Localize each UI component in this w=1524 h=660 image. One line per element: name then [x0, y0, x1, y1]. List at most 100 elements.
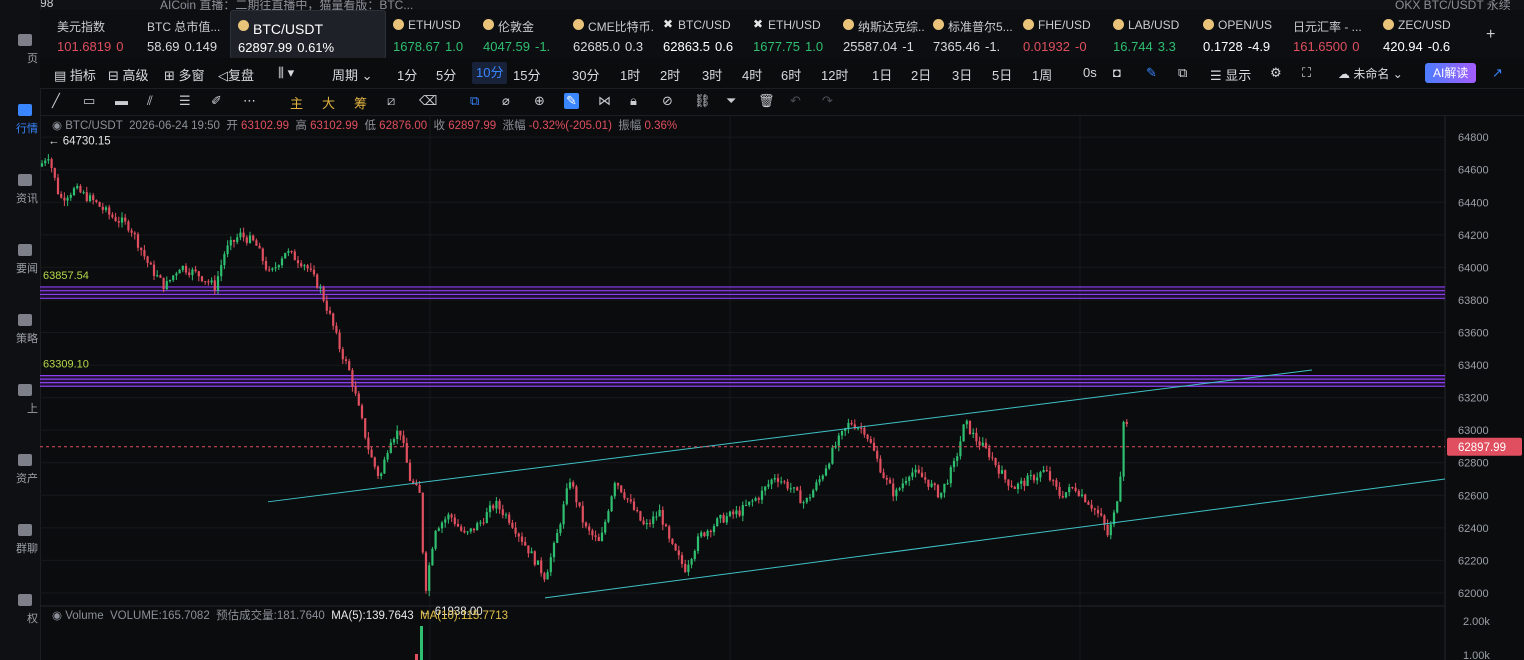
replay-button[interactable]: ◁复盘 — [218, 65, 254, 84]
display-button[interactable]: ☰ 显示 — [1210, 65, 1251, 84]
candle-body — [924, 477, 927, 480]
candle-body — [792, 487, 796, 489]
ticker-price: 16.744 — [1113, 39, 1153, 54]
ticker-9[interactable]: 标准普尔5... 7365.46 -1. — [926, 10, 1014, 58]
legend-eye-icon[interactable]: ◉ — [52, 610, 62, 622]
advanced-button[interactable]: ⊟ 高级 — [108, 65, 149, 84]
undo-icon[interactable]: ↶ — [790, 93, 801, 109]
candle-body — [268, 269, 271, 271]
trend-icon[interactable]: ↗ — [1492, 65, 1503, 81]
price-chart[interactable]: 62000 62200 62400 62600 62800 63000 63200 63400… — [40, 116, 1524, 660]
settings-gear-icon[interactable]: ⚙ — [1270, 65, 1282, 81]
ticker-0[interactable]: 美元指数 101.6819 0 — [50, 10, 138, 58]
add-ticker-button[interactable]: + — [1486, 26, 1495, 44]
redo-icon[interactable]: ↷ — [822, 93, 833, 109]
draw-mode-icon[interactable]: ✎ — [564, 93, 579, 109]
legend-eye-icon[interactable]: ◉ — [52, 120, 62, 132]
candle-body — [671, 538, 674, 544]
candle-body — [751, 500, 754, 502]
line-tool-icon[interactable]: ╱ — [52, 93, 60, 109]
rect-tool-icon[interactable]: ▭ — [83, 93, 95, 109]
trash-icon[interactable]: 🗑︎ — [758, 93, 775, 109]
edit-tool-icon[interactable]: ⧄ — [387, 93, 395, 109]
interval-0[interactable]: 1分 — [397, 65, 417, 84]
candle-body — [1048, 471, 1052, 481]
candle-body — [895, 489, 898, 497]
ai-interpret-button[interactable]: AI解读 — [1425, 63, 1477, 83]
interval-4[interactable]: 30分 — [572, 65, 599, 84]
magnet-tool-icon[interactable]: ⋈ — [598, 93, 611, 109]
top-strip-live[interactable]: AICoin 直播：二期往直播中，猫量看版：BTC... — [160, 0, 413, 10]
hide-tool-icon[interactable]: ⊘ — [662, 93, 673, 109]
candle-body — [1004, 470, 1007, 480]
interval-2[interactable]: 10分 — [472, 62, 508, 84]
seconds-button[interactable]: 0s — [1083, 65, 1097, 80]
candle-body — [146, 256, 149, 263]
multi-window-button[interactable]: ⊞ 多窗 — [164, 65, 205, 84]
zoom-tool-icon[interactable]: ⊕ — [534, 93, 545, 109]
filter-tool-icon[interactable]: ⏷ — [726, 93, 736, 109]
pen-icon[interactable]: ✎ — [1146, 65, 1157, 81]
candle-body — [847, 422, 850, 429]
more-tools-icon[interactable]: ⋯ — [243, 93, 256, 109]
main-indicator-toggle[interactable]: 主 — [290, 93, 303, 112]
interval-5[interactable]: 1时 — [620, 65, 640, 84]
measure-tool-icon[interactable]: ⌀ — [502, 93, 510, 109]
ticker-3[interactable]: ETH/USD 1678.67 1.0 — [386, 10, 474, 58]
candle-body — [828, 463, 831, 469]
eraser-tool-icon[interactable]: ⌫ — [419, 93, 437, 109]
ticker-name: 纳斯达克综... — [858, 20, 924, 34]
ticker-12[interactable]: OPEN/US 0.1728 -4.9 — [1196, 10, 1284, 58]
interval-1[interactable]: 5分 — [436, 65, 456, 84]
parallel-tool-icon[interactable]: ⫽ — [147, 93, 153, 109]
ticker-5[interactable]: CME比特币... 62685.0 0.3 — [566, 10, 654, 58]
interval-13[interactable]: 3日 — [952, 65, 972, 84]
newsflash-icon — [18, 244, 32, 256]
interval-11[interactable]: 1日 — [872, 65, 892, 84]
ruler-tool-icon[interactable]: ▬ — [115, 93, 128, 108]
candle-body — [904, 480, 908, 484]
chips-toggle[interactable]: 筹 — [354, 93, 367, 112]
ticker-11[interactable]: LAB/USD 16.744 3.3 — [1106, 10, 1194, 58]
candle-body — [975, 432, 978, 442]
interval-6[interactable]: 2时 — [660, 65, 680, 84]
interval-9[interactable]: 6时 — [781, 65, 801, 84]
candle-type-button[interactable]: ⫼ ▾ — [278, 65, 294, 81]
copy-tool-icon[interactable]: ⧉ — [470, 93, 479, 109]
interval-14[interactable]: 5日 — [992, 65, 1012, 84]
fullscreen-icon[interactable]: ⛶ — [1302, 65, 1311, 81]
coin-icon — [1383, 19, 1394, 30]
fib-tool-icon[interactable]: ☰ — [179, 93, 191, 109]
candle-body — [517, 533, 520, 537]
layout-selector[interactable]: ☁ 未命名 ⌄ — [1338, 65, 1403, 82]
candle-body — [943, 483, 946, 493]
lock-tool-icon[interactable]: 🔒︎ — [630, 93, 637, 109]
ticker-14[interactable]: ZEC/USD 420.94 -0.6 — [1376, 10, 1464, 58]
interval-12[interactable]: 2日 — [911, 65, 931, 84]
popout-icon[interactable]: ⧉ — [1178, 65, 1187, 81]
interval-7[interactable]: 3时 — [702, 65, 722, 84]
interval-15[interactable]: 1周 — [1032, 65, 1052, 84]
big-order-toggle[interactable]: 大 — [322, 93, 335, 112]
camera-icon[interactable]: ◘ — [1113, 65, 1121, 80]
link-tool-icon[interactable]: ⛓ — [694, 93, 711, 109]
ticker-10[interactable]: FHE/USD 0.01932 -0 — [1016, 10, 1104, 58]
ticker-1[interactable]: BTC 总市值... 58.69 0.149 — [140, 10, 228, 58]
ticker-6[interactable]: ✖ BTC/USD 62863.5 0.6 — [656, 10, 744, 58]
ticker-2[interactable]: BTC/USDT 62897.99 0.61% — [230, 10, 386, 60]
ticker-4[interactable]: 伦敦金 4047.59 -1. — [476, 10, 564, 58]
candle-body — [815, 482, 818, 491]
period-button[interactable]: 周期 ⌄ — [332, 65, 373, 84]
ticker-7[interactable]: ✖ ETH/USD 1677.75 1.0 — [746, 10, 834, 58]
ticker-change: -4.9 — [1247, 39, 1271, 54]
top-strip-search[interactable]: OKX BTC/USDT 永续 — [1395, 0, 1511, 10]
ticker-value: 4047.59 -1. — [483, 39, 550, 54]
ticker-8[interactable]: 纳斯达克综... 25587.04 -1 — [836, 10, 924, 58]
interval-3[interactable]: 15分 — [513, 65, 540, 84]
indicator-button[interactable]: ▤ 指标 — [54, 65, 96, 84]
interval-8[interactable]: 4时 — [742, 65, 762, 84]
interval-10[interactable]: 12时 — [821, 65, 848, 84]
brush-tool-icon[interactable]: ✐ — [211, 93, 222, 109]
candle-body — [82, 192, 85, 194]
ticker-13[interactable]: 日元汇率 - ... 161.6500 0 — [1286, 10, 1374, 58]
